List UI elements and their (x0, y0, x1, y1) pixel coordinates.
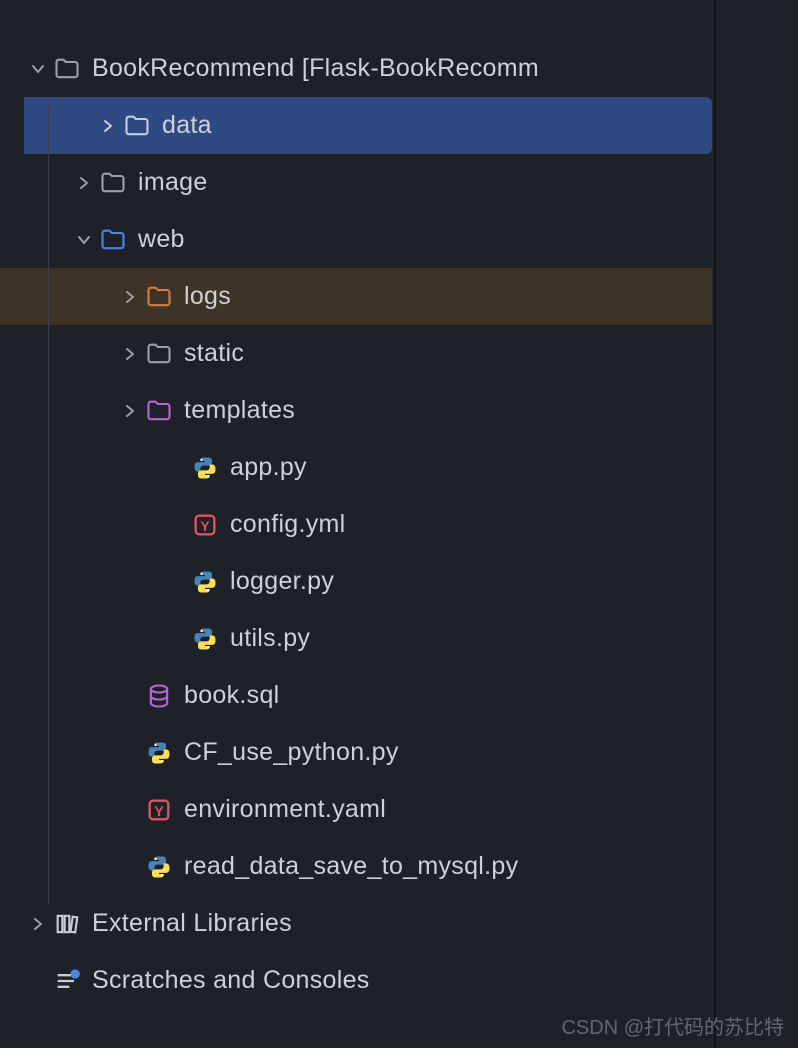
python-file-icon (144, 738, 174, 768)
folder-icon (144, 339, 174, 369)
chevron-right-icon[interactable] (24, 916, 52, 932)
tree-item-label: BookRecommend [Flask-BookRecomm (92, 54, 539, 83)
tree-item-utils-py[interactable]: utils.py (0, 610, 712, 667)
svg-text:Y: Y (200, 517, 210, 533)
tree-item-label: logs (184, 282, 231, 311)
tree-guide-line (48, 105, 49, 905)
tree-item-logs[interactable]: logs (0, 268, 712, 325)
tree-item-label: templates (184, 396, 295, 425)
python-file-icon (190, 567, 220, 597)
chevron-right-icon[interactable] (116, 289, 144, 305)
tree-item-read-data-py[interactable]: read_data_save_to_mysql.py (0, 838, 712, 895)
tree-item-label: image (138, 168, 208, 197)
scratches-icon (52, 966, 82, 996)
tree-item-label: app.py (230, 453, 307, 482)
tree-item-label: environment.yaml (184, 795, 386, 824)
python-file-icon (190, 624, 220, 654)
tree-item-label: Scratches and Consoles (92, 966, 370, 995)
tree-item-environment-yaml[interactable]: Y environment.yaml (0, 781, 712, 838)
chevron-down-icon[interactable] (24, 61, 52, 77)
tree-item-scratches[interactable]: Scratches and Consoles (0, 952, 712, 1009)
folder-excluded-icon (144, 282, 174, 312)
tree-item-label: utils.py (230, 624, 310, 653)
tree-item-label: static (184, 339, 244, 368)
svg-text:Y: Y (154, 802, 164, 818)
tree-item-label: web (138, 225, 185, 254)
tree-item-image[interactable]: image (0, 154, 712, 211)
library-icon (52, 909, 82, 939)
tree-item-web[interactable]: web (0, 211, 712, 268)
folder-icon (122, 111, 152, 141)
tree-item-label: CF_use_python.py (184, 738, 399, 767)
folder-templates-icon (144, 396, 174, 426)
tree-item-book-sql[interactable]: book.sql (0, 667, 712, 724)
tree-item-label: read_data_save_to_mysql.py (184, 852, 518, 881)
folder-icon (52, 54, 82, 84)
tree-item-label: data (162, 111, 212, 140)
tree-item-config-yml[interactable]: Y config.yml (0, 496, 712, 553)
chevron-right-icon[interactable] (94, 118, 122, 134)
tree-item-data[interactable]: data (24, 97, 712, 154)
chevron-right-icon[interactable] (116, 346, 144, 362)
chevron-right-icon[interactable] (70, 175, 98, 191)
tree-item-label: config.yml (230, 510, 346, 539)
tree-item-project-root[interactable]: BookRecommend [Flask-BookRecomm (0, 40, 712, 97)
database-file-icon (144, 681, 174, 711)
python-file-icon (144, 852, 174, 882)
yaml-file-icon: Y (190, 510, 220, 540)
tree-item-app-py[interactable]: app.py (0, 439, 712, 496)
project-tree: BookRecommend [Flask-BookRecomm data ima… (0, 0, 712, 1009)
folder-icon (98, 168, 128, 198)
tree-item-cf-py[interactable]: CF_use_python.py (0, 724, 712, 781)
chevron-right-icon[interactable] (116, 403, 144, 419)
python-file-icon (190, 453, 220, 483)
tree-item-label: External Libraries (92, 909, 292, 938)
tree-item-static[interactable]: static (0, 325, 712, 382)
tree-item-label: logger.py (230, 567, 334, 596)
chevron-down-icon[interactable] (70, 232, 98, 248)
tree-item-external-libraries[interactable]: External Libraries (0, 895, 712, 952)
tree-item-logger-py[interactable]: logger.py (0, 553, 712, 610)
tree-item-label: book.sql (184, 681, 280, 710)
tree-item-templates[interactable]: templates (0, 382, 712, 439)
watermark: CSDN @打代码的苏比特 (561, 1011, 784, 1040)
folder-source-icon (98, 225, 128, 255)
yaml-file-icon: Y (144, 795, 174, 825)
panel-divider[interactable] (714, 0, 716, 1048)
